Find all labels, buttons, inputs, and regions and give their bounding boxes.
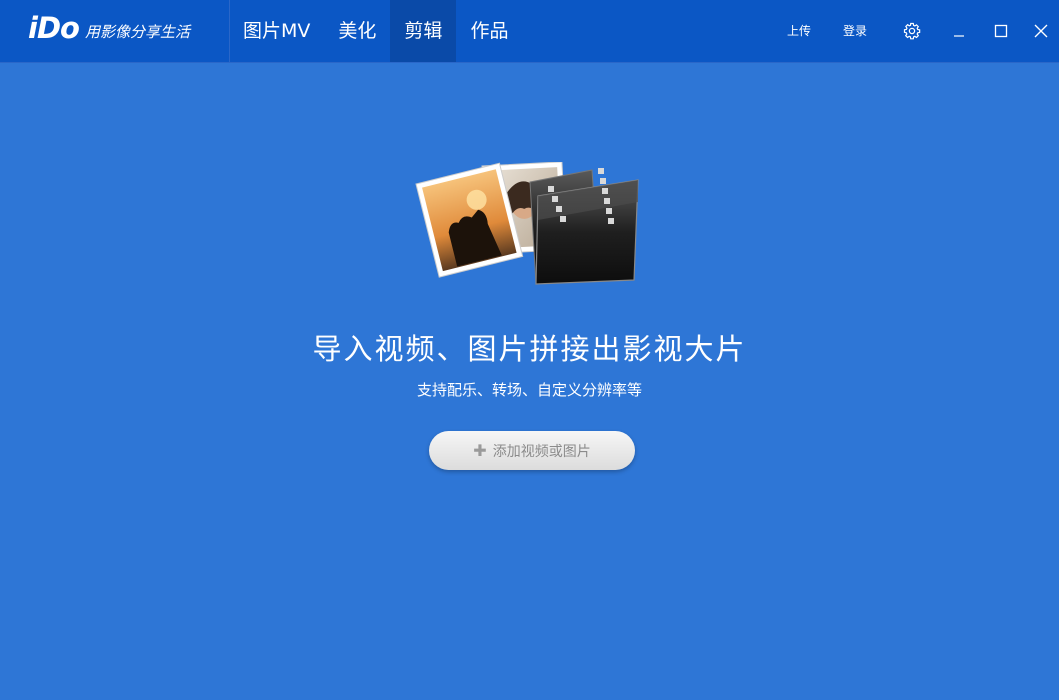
add-button-label: 添加视频或图片: [492, 444, 591, 460]
tab-edit[interactable]: 剪辑: [390, 0, 457, 62]
add-video-or-image-button[interactable]: ✚ 添加视频或图片: [429, 431, 635, 470]
media-illustration: [415, 162, 639, 285]
maximize-icon: [994, 24, 1008, 38]
tab-beautify[interactable]: 美化: [324, 0, 390, 62]
settings-button[interactable]: [900, 0, 924, 62]
upload-button[interactable]: 上传: [785, 0, 813, 62]
app-logo: iDo: [28, 11, 80, 45]
title-bar: iDo 用影像分享生活 图片MV 美化 剪辑 作品 上传 登录: [0, 0, 1059, 63]
film-folder: [529, 168, 639, 285]
close-button[interactable]: [1030, 0, 1052, 62]
minimize-button[interactable]: [948, 0, 970, 62]
tab-works[interactable]: 作品: [456, 0, 522, 62]
app-slogan: 用影像分享生活: [85, 23, 191, 41]
minimize-icon: [954, 35, 964, 37]
close-icon: [1034, 24, 1048, 38]
logo-area: iDo 用影像分享生活: [0, 0, 230, 62]
tab-picture-mv[interactable]: 图片MV: [230, 0, 324, 62]
plus-icon: ✚: [473, 441, 487, 460]
main-subline: 支持配乐、转场、自定义分辨率等: [416, 381, 642, 399]
gear-icon: [903, 22, 921, 40]
main-headline: 导入视频、图片拼接出影视大片: [312, 332, 747, 366]
main-tabs: 图片MV 美化 剪辑 作品: [230, 0, 522, 62]
login-button[interactable]: 登录: [841, 0, 869, 62]
maximize-button[interactable]: [990, 0, 1012, 62]
